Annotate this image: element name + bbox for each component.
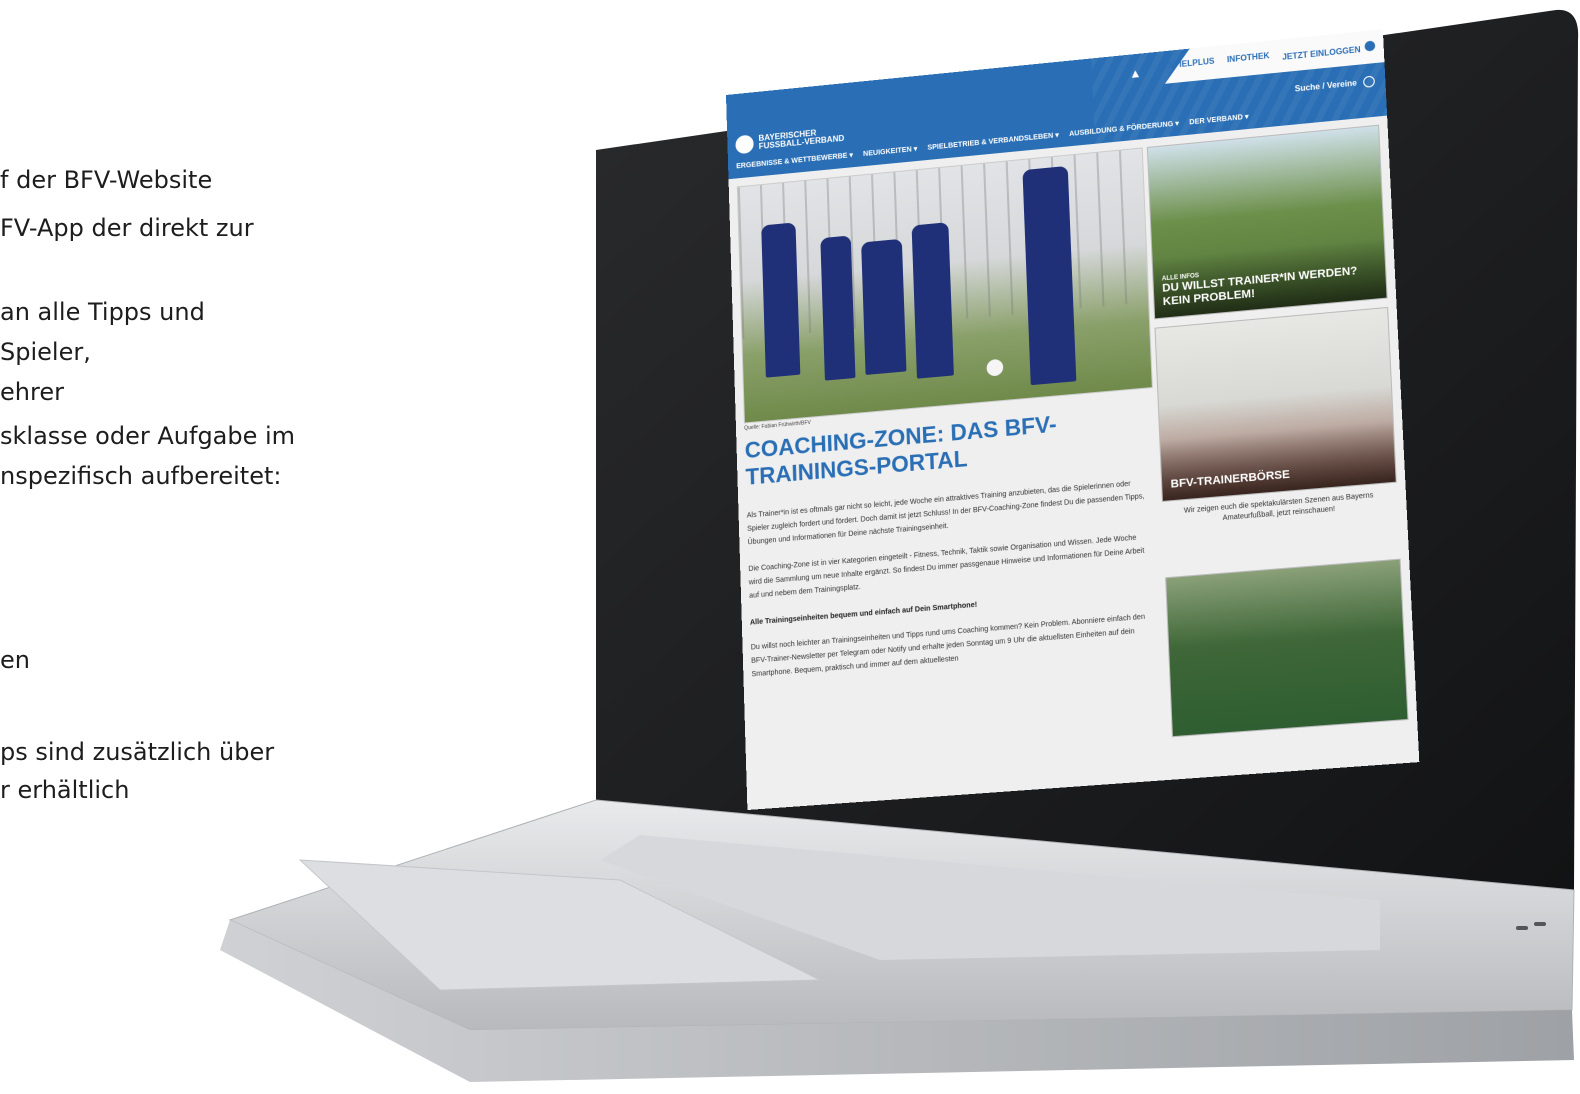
- usb-port-icon: [1516, 926, 1528, 930]
- laptop-base: [220, 799, 1575, 1082]
- usb-port-icon: [1534, 922, 1546, 926]
